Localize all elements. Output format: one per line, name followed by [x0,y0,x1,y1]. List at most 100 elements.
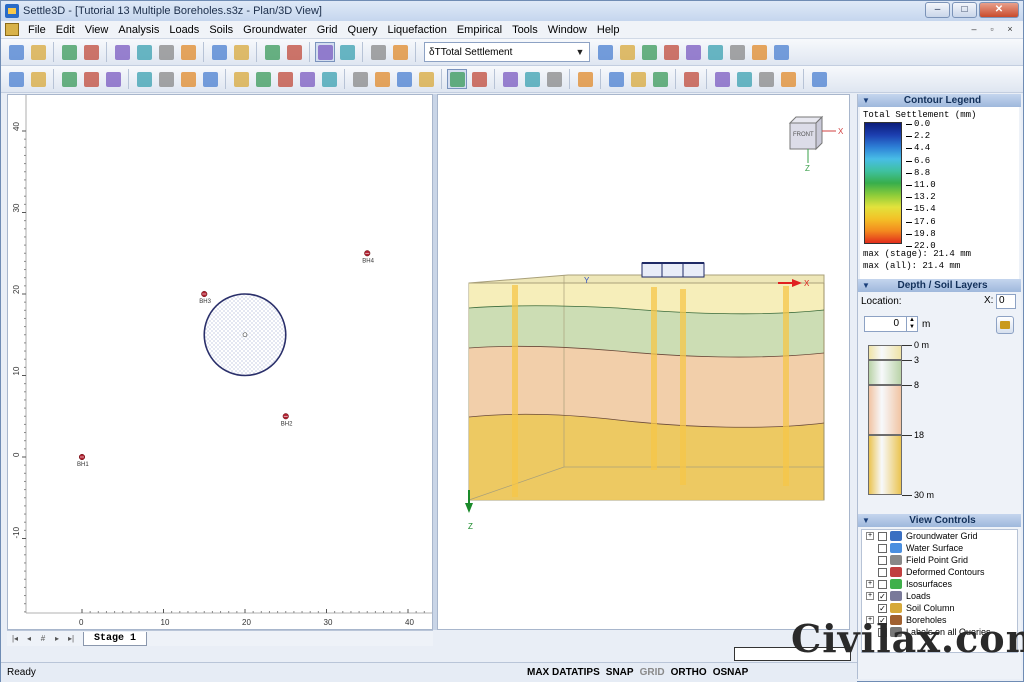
next-stage-button[interactable]: ▸ [51,633,63,645]
render-button[interactable] [469,69,489,89]
image-button[interactable] [681,69,701,89]
menu-soils[interactable]: Soils [204,21,238,39]
grid-info-button[interactable] [200,69,220,89]
view-control-item[interactable]: + Isosurfaces [862,578,1017,590]
print-preview-button[interactable] [112,42,132,62]
menu-window[interactable]: Window [543,21,592,39]
square-button[interactable] [756,69,776,89]
view-control-checkbox[interactable]: ✓ [878,603,887,613]
rectangle-button[interactable] [650,69,670,89]
chevron-down-icon[interactable]: ▼ [573,44,587,60]
grid-fine-button[interactable] [156,69,176,89]
status-toggle-osnap[interactable]: OSNAP [713,667,749,678]
circle-load-button[interactable] [617,42,637,62]
borehole-delete-button[interactable] [103,69,123,89]
status-toggle-max-datatips[interactable]: MAX DATATIPS [527,667,600,678]
open-button[interactable] [28,42,48,62]
polygon-load-button[interactable] [639,42,659,62]
menu-liquefaction[interactable]: Liquefaction [383,21,452,39]
collapse-icon[interactable]: ▼ [862,281,870,290]
angle-button[interactable] [712,69,732,89]
navigation-cube[interactable]: FRONT X Z [788,115,844,173]
view-control-checkbox[interactable] [878,567,887,577]
menu-help[interactable]: Help [592,21,625,39]
zoom-in-button[interactable] [372,69,392,89]
plan-view-canvas[interactable]: 0 10 20 30 40 40 30 20 10 0 -10 BH1 BH2 BH3 BH4 [8,95,433,630]
view-control-checkbox[interactable]: ✓ [878,591,887,601]
polyline-button[interactable] [253,69,273,89]
menu-grid[interactable]: Grid [312,21,343,39]
select-button[interactable] [231,69,251,89]
status-toggle-grid[interactable]: GRID [640,667,665,678]
menu-loads[interactable]: Loads [164,21,204,39]
3d-view-canvas[interactable]: FRONT X Z X Y Z [438,95,850,630]
view-control-checkbox[interactable] [878,555,887,565]
print-button[interactable] [134,42,154,62]
menu-edit[interactable]: Edit [51,21,80,39]
assign-props-button[interactable] [28,69,48,89]
view-control-item[interactable]: Water Surface [862,542,1017,554]
menu-tools[interactable]: Tools [507,21,543,39]
expand-icon[interactable]: + [866,532,874,540]
last-stage-button[interactable]: ▸| [65,633,77,645]
soil-layer[interactable] [868,345,902,360]
square-red-button[interactable] [778,69,798,89]
compute-button[interactable] [315,42,335,62]
zoom-out-button[interactable] [394,69,414,89]
add-load-button[interactable] [595,42,615,62]
interpret-button[interactable] [337,42,357,62]
view-control-checkbox[interactable] [878,531,887,541]
layer-button[interactable] [727,42,747,62]
tab-stage-1[interactable]: Stage 1 [83,631,148,646]
stage-number-button[interactable]: # [37,633,49,645]
redo-button[interactable] [231,42,251,62]
depth-stepper[interactable]: ▲ ▼ [906,317,917,331]
soil-props-button[interactable] [6,69,26,89]
document-icon[interactable] [5,23,19,36]
maximize-button[interactable]: □ [952,2,977,18]
borehole-add-button[interactable] [59,69,79,89]
table-button[interactable] [522,69,542,89]
soil-layer[interactable] [868,385,902,435]
first-stage-button[interactable]: |◂ [9,633,21,645]
circular-load-3d[interactable] [641,262,705,278]
view-controls-header[interactable]: ▼ View Controls [858,514,1021,527]
menu-groundwater[interactable]: Groundwater [238,21,312,39]
info-viewer-button[interactable] [390,42,410,62]
minimize-button[interactable]: – [925,2,950,18]
contour-legend-header[interactable]: ▼ Contour Legend [858,94,1021,107]
split-view-button[interactable] [262,42,282,62]
menu-empirical[interactable]: Empirical [452,21,507,39]
play-button[interactable] [368,42,388,62]
menu-query[interactable]: Query [343,21,383,39]
embankment-button[interactable] [683,42,703,62]
text-button[interactable] [500,69,520,89]
undo-button[interactable] [209,42,229,62]
depth-soil-layers-header[interactable]: ▼ Depth / Soil Layers [858,279,1021,292]
soil-layer[interactable] [868,360,902,385]
x-location-input[interactable]: 0 [996,294,1016,309]
soil-layer[interactable] [868,435,902,495]
copy-button[interactable] [81,42,101,62]
mdi-minimize-button[interactable]: – [967,23,981,36]
data-type-select[interactable]: δT Total Settlement ▼ [424,42,590,62]
menu-file[interactable]: File [23,21,51,39]
grid-button[interactable] [134,69,154,89]
expand-icon[interactable]: + [866,592,874,600]
collapse-icon[interactable]: ▼ [862,516,870,525]
3d-view[interactable]: FRONT X Z X Y Z [437,94,850,630]
grid-delete-button[interactable] [178,69,198,89]
zoom-button[interactable] [350,69,370,89]
menu-analysis[interactable]: Analysis [113,21,164,39]
chart-button[interactable] [297,69,317,89]
new-button[interactable] [6,42,26,62]
angle-red-button[interactable] [734,69,754,89]
view-control-checkbox[interactable] [878,543,887,553]
export-image-button[interactable] [178,42,198,62]
field-points-button[interactable] [319,69,339,89]
view-control-item[interactable]: ✓ Soil Column [862,602,1017,614]
expand-icon[interactable]: + [866,580,874,588]
view-control-item[interactable]: + Groundwater Grid [862,530,1017,542]
close-button[interactable]: ✕ [979,2,1019,18]
status-toggle-snap[interactable]: SNAP [606,667,634,678]
